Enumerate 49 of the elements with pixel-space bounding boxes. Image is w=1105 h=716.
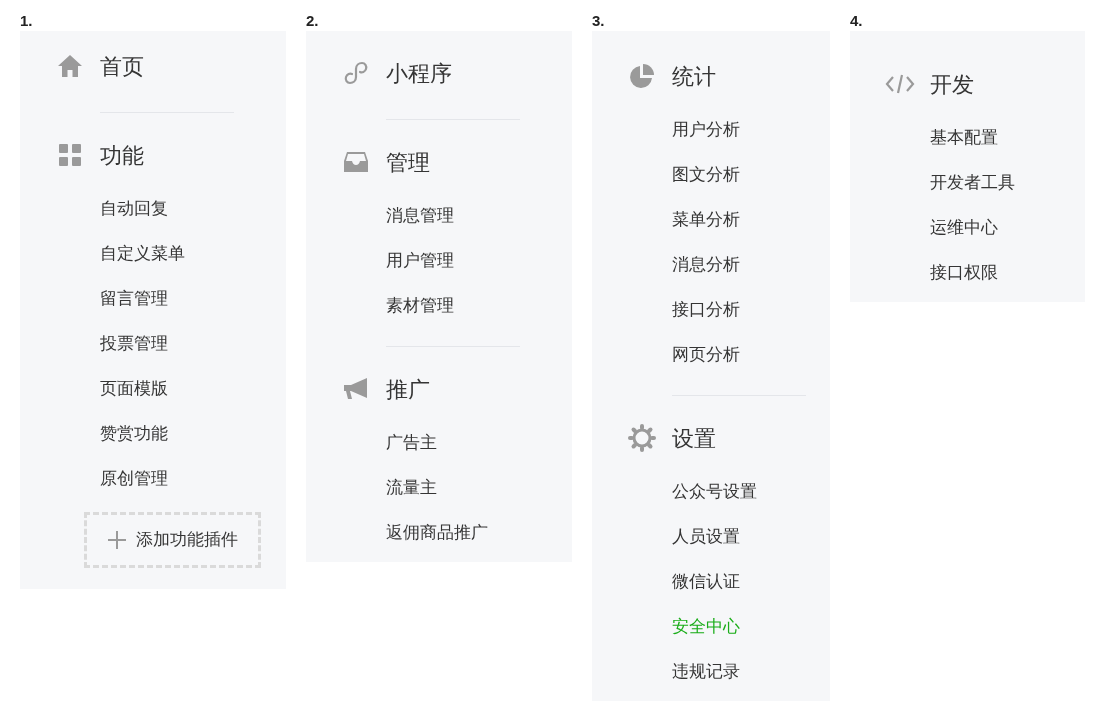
menu-item[interactable]: 用户分析	[672, 116, 740, 143]
menu-item[interactable]: 图文分析	[672, 161, 740, 188]
panel-number: 4.	[850, 11, 864, 31]
menu-item[interactable]: 接口分析	[672, 296, 740, 323]
add-plugin-button[interactable]: 添加功能插件	[84, 512, 261, 568]
menu-item[interactable]: 原创管理	[100, 465, 168, 492]
pie-chart-icon	[629, 63, 655, 89]
menu-item[interactable]: 页面模版	[100, 375, 168, 402]
settings-icon	[628, 424, 656, 452]
menu-item[interactable]: 接口权限	[930, 259, 998, 286]
menu-item[interactable]: 消息管理	[386, 202, 454, 229]
menu-item[interactable]: 开发者工具	[930, 169, 1015, 196]
code-icon	[885, 73, 915, 95]
plus-icon	[107, 531, 126, 549]
menu-item[interactable]: 自动回复	[100, 195, 168, 222]
menu-item[interactable]: 人员设置	[672, 523, 740, 550]
menu-item[interactable]: 返佣商品推广	[386, 519, 488, 546]
menu-item[interactable]: 自定义菜单	[100, 240, 185, 267]
panel-number: 2.	[306, 11, 320, 31]
menu-item[interactable]: 微信认证	[672, 568, 740, 595]
menu-item[interactable]: 流量主	[386, 474, 437, 501]
menu-item[interactable]: 消息分析	[672, 251, 740, 278]
menu-item[interactable]: 运维中心	[930, 214, 998, 241]
menu-item[interactable]: 素材管理	[386, 292, 454, 319]
panel-number: 3.	[592, 11, 606, 31]
menu-item[interactable]: 留言管理	[100, 285, 168, 312]
menu-item[interactable]: 菜单分析	[672, 206, 740, 233]
section-title: 开发	[930, 70, 974, 99]
menu-item[interactable]: 公众号设置	[672, 478, 757, 505]
section-title: 小程序	[386, 59, 452, 88]
inbox-icon	[343, 151, 369, 173]
section-title: 设置	[672, 424, 716, 453]
menu-item[interactable]: 网页分析	[672, 341, 740, 368]
link-icon	[344, 61, 368, 85]
menu-item[interactable]: 广告主	[386, 429, 437, 456]
home-icon	[57, 54, 83, 78]
panel-number: 1.	[20, 11, 34, 31]
menu-item[interactable]: 赞赏功能	[100, 420, 168, 447]
section-title: 统计	[672, 62, 716, 91]
section-title: 推广	[386, 375, 430, 404]
section-title: 管理	[386, 148, 430, 177]
menu-item[interactable]: 投票管理	[100, 330, 168, 357]
grid-icon	[59, 144, 81, 166]
megaphone-icon	[343, 377, 369, 401]
menu-item[interactable]: 违规记录	[672, 658, 740, 685]
section-title: 首页	[100, 52, 144, 81]
section-title: 功能	[100, 141, 144, 170]
menu-item[interactable]: 基本配置	[930, 124, 998, 151]
menu-item[interactable]: 用户管理	[386, 247, 454, 274]
